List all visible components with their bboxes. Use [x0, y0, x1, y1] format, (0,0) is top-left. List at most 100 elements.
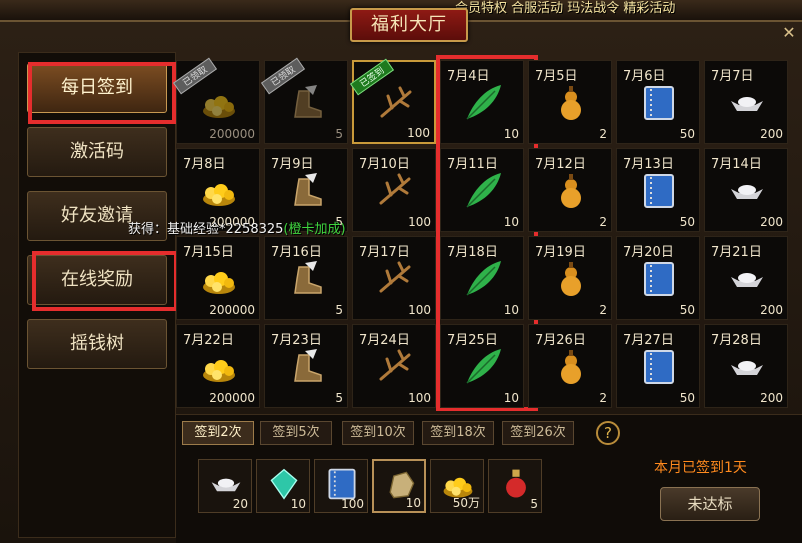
item-quantity: 10 — [503, 215, 519, 229]
milestone-tab-2[interactable]: 签到2次 — [182, 421, 254, 445]
day-date: 7月14日 — [711, 157, 762, 172]
milestone-tab-18[interactable]: 签到18次 — [422, 421, 494, 445]
signin-day-cell[interactable]: 已领取 200000 — [172, 57, 260, 144]
day-date: 7月24日 — [359, 333, 410, 348]
nav-money-tree[interactable]: 摇钱树 — [27, 319, 167, 369]
signin-day-cell[interactable]: 7月17日 100 — [352, 236, 436, 320]
signin-day-cell[interactable]: 7月12日 2 — [528, 148, 612, 232]
signin-day-cell[interactable]: 7月13日 50 — [616, 148, 700, 232]
signin-day-cell[interactable]: 已领取 5 — [260, 57, 348, 144]
signin-day-cell[interactable]: 已签到 100 — [349, 58, 436, 144]
signin-day-cell[interactable]: 7月21日 200 — [704, 236, 788, 320]
milestone-reward-item[interactable]: 5 — [488, 459, 542, 513]
gold-icon — [199, 347, 239, 387]
signin-day-cell[interactable]: 7月16日 5 — [264, 236, 348, 320]
day-date: 7月26日 — [535, 333, 586, 348]
signin-day-cell[interactable]: 7月18日 10 — [440, 236, 524, 320]
gold-icon — [199, 83, 239, 123]
signin-day-cell[interactable]: 7月28日 200 — [704, 324, 788, 408]
signin-day-cell[interactable]: 7月27日 50 — [616, 324, 700, 408]
gourd-icon — [551, 347, 591, 387]
item-quantity: 10 — [503, 303, 519, 317]
signin-day-cell[interactable]: 7月5日 2 — [528, 60, 612, 144]
day-date: 7月18日 — [447, 245, 498, 260]
item-quantity: 2 — [599, 303, 607, 317]
item-quantity: 200000 — [209, 127, 255, 141]
day-date: 7月5日 — [535, 69, 578, 84]
day-date: 7月7日 — [711, 69, 754, 84]
item-quantity: 100 — [407, 126, 430, 140]
signin-day-cell[interactable]: 7月22日 200000 — [176, 324, 260, 408]
nav-activation-code[interactable]: 激活码 — [27, 127, 167, 177]
reward-quantity: 50万 — [452, 496, 480, 510]
signin-day-cell[interactable]: 7月15日 200000 — [176, 236, 260, 320]
ingot-icon — [727, 83, 767, 123]
gold-icon — [199, 171, 239, 211]
boots-icon — [287, 171, 327, 211]
day-date: 7月9日 — [271, 157, 314, 172]
signin-day-cell[interactable]: 7月4日 10 — [440, 60, 524, 144]
ingot-icon — [727, 259, 767, 299]
item-quantity: 50 — [679, 127, 695, 141]
boots-icon — [287, 259, 327, 299]
signin-day-cell[interactable]: 7月19日 2 — [528, 236, 612, 320]
close-icon[interactable]: ✕ — [778, 22, 800, 44]
signin-day-cell[interactable]: 7月6日 50 — [616, 60, 700, 144]
book-icon — [639, 171, 679, 211]
item-quantity: 100 — [408, 215, 431, 229]
day-date: 7月12日 — [535, 157, 586, 172]
book-icon — [639, 83, 679, 123]
milestone-reward-item[interactable]: 10 — [256, 459, 310, 513]
signin-day-cell[interactable]: 7月23日 5 — [264, 324, 348, 408]
signin-day-cell[interactable]: 7月10日 100 — [352, 148, 436, 232]
item-quantity: 200 — [760, 391, 783, 405]
signin-day-cell[interactable]: 7月26日 2 — [528, 324, 612, 408]
milestone-reward-item[interactable]: 50万 — [430, 459, 484, 513]
feather-icon — [463, 83, 503, 123]
milestone-reward-item[interactable]: 20 — [198, 459, 252, 513]
exp-gain-prefix: 获得：基础经验*2258325 — [128, 222, 284, 237]
branch-icon — [375, 347, 415, 387]
signin-day-cell[interactable]: 7月24日 100 — [352, 324, 436, 408]
reward-quantity: 10 — [290, 497, 306, 511]
claim-button[interactable]: 未达标 — [660, 487, 760, 521]
milestone-reward-item[interactable]: 100 — [314, 459, 368, 513]
boots-icon — [287, 83, 327, 123]
item-quantity: 200 — [760, 127, 783, 141]
day-date: 7月11日 — [447, 157, 498, 172]
branch-icon — [376, 84, 416, 124]
branch-icon — [375, 259, 415, 299]
item-quantity: 50 — [679, 391, 695, 405]
signin-day-cell[interactable]: 7月20日 50 — [616, 236, 700, 320]
feather-icon — [463, 171, 503, 211]
signin-day-cell[interactable]: 7月11日 10 — [440, 148, 524, 232]
day-date: 7月21日 — [711, 245, 762, 260]
reward-quantity: 100 — [341, 497, 364, 511]
item-quantity: 200 — [760, 215, 783, 229]
item-quantity: 5 — [335, 303, 343, 317]
gourd-icon — [551, 83, 591, 123]
gourd-icon — [551, 259, 591, 299]
help-icon[interactable]: ? — [596, 421, 620, 445]
highlight-box-online-reward — [32, 251, 178, 311]
milestone-tab-26[interactable]: 签到26次 — [502, 421, 574, 445]
day-date: 7月19日 — [535, 245, 586, 260]
item-quantity: 50 — [679, 303, 695, 317]
item-quantity: 10 — [503, 127, 519, 141]
day-date: 7月8日 — [183, 157, 226, 172]
milestone-tab-5[interactable]: 签到5次 — [260, 421, 332, 445]
signin-day-cell[interactable]: 7月7日 200 — [704, 60, 788, 144]
signin-day-cell[interactable]: 7月14日 200 — [704, 148, 788, 232]
highlight-box-daily-signin — [28, 62, 176, 124]
day-date: 7月23日 — [271, 333, 322, 348]
day-date: 7月20日 — [623, 245, 674, 260]
milestone-tab-10[interactable]: 签到10次 — [342, 421, 414, 445]
day-date: 7月25日 — [447, 333, 498, 348]
milestone-reward-item[interactable]: 10 — [372, 459, 426, 513]
item-quantity: 10 — [503, 391, 519, 405]
feather-icon — [463, 347, 503, 387]
monthly-signin-count: 本月已签到1天 — [654, 460, 747, 476]
signin-day-cell[interactable]: 7月25日 10 — [440, 324, 524, 408]
day-date: 7月22日 — [183, 333, 234, 348]
item-quantity: 200000 — [209, 391, 255, 405]
